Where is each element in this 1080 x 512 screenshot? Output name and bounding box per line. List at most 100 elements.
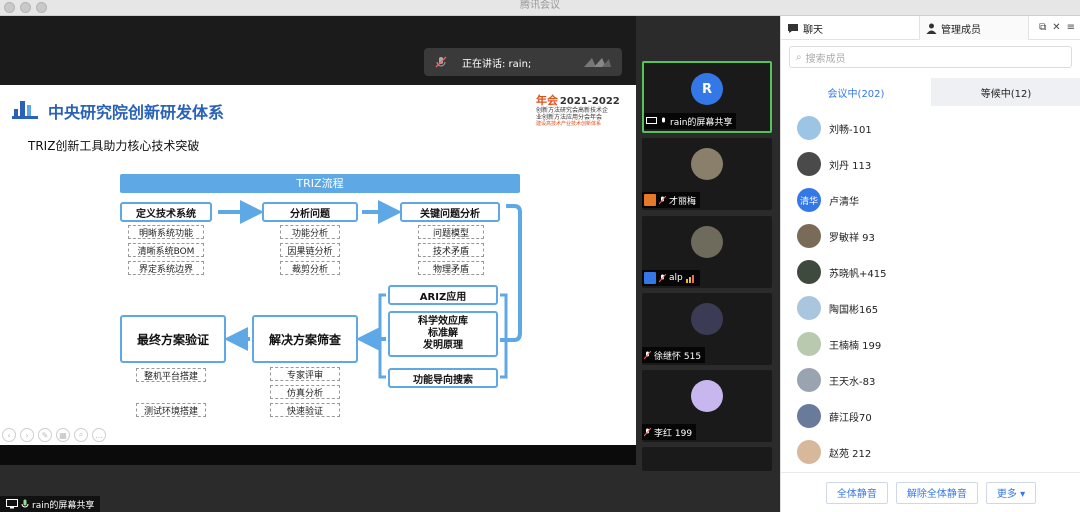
screen-item: 快速验证 [270,403,340,417]
member-row[interactable]: 苏晓帆+415 [781,254,1080,290]
avatar [797,332,821,356]
member-search-input[interactable]: ⌕ 搜索成员 [789,46,1072,68]
window-title: 腾讯会议 [520,0,560,11]
step-final-verification: 最终方案验证 [120,315,226,363]
member-name: 赵苑 212 [829,448,872,460]
avatar [797,116,821,140]
slide-controls: ‹ › ✎ ▦ ⌕ … [0,428,106,444]
define-item: 明晰系统功能 [128,225,204,239]
member-name: 薛江段70 [829,412,872,424]
video-tile[interactable]: 才丽梅 [642,138,772,210]
more-icon[interactable]: … [92,428,106,442]
screen-item: 专家评审 [270,367,340,381]
slide-bottom-bar [0,445,636,465]
tab-chat[interactable]: 聊天 [781,16,919,40]
step-function-search: 功能导向搜索 [388,368,498,388]
chat-icon [788,23,798,33]
close-icon[interactable]: ✕ [1052,22,1060,33]
member-row[interactable]: 刘畅-101 [781,110,1080,146]
step-key-problem: 关键问题分析 [400,202,500,222]
member-name: 卢清华 [829,196,859,208]
menu-icon[interactable]: ≡ [1067,22,1075,33]
tile-label: 才丽梅 [642,192,701,208]
analyze-item: 功能分析 [280,225,340,239]
next-slide-icon[interactable]: › [20,428,34,442]
member-row[interactable]: 陶国彬165 [781,290,1080,326]
tile-name: 才丽梅 [669,196,697,207]
step-define-system: 定义技术系统 [120,202,212,222]
video-tiles-column: R rain的屏幕共享 才丽梅 alp 徐继怀 515 李红 199 [636,16,780,512]
avatar: 清华 [797,188,821,212]
popout-icon[interactable]: ⧉ [1039,22,1046,33]
avatar [797,260,821,284]
user-icon [644,194,656,206]
search-placeholder: 搜索成员 [805,53,846,65]
unmute-all-button[interactable]: 解除全体静音 [895,481,978,504]
video-tile[interactable]: alp [642,216,772,288]
brand-line1: 创新方法研究会高新技术企 [536,107,609,114]
avatar [797,152,821,176]
panel-controls: ⧉ ✕ ≡ [1039,16,1080,39]
tab-manage-members[interactable]: 管理成员 [919,16,1029,40]
slides-grid-icon[interactable]: ▦ [56,428,70,442]
more-button[interactable]: 更多 ▾ [985,481,1037,504]
window-titlebar: 腾讯会议 [0,0,1080,16]
pen-icon[interactable]: ✎ [38,428,52,442]
tile-name: 李红 199 [654,428,693,439]
tab-in-meeting[interactable]: 会议中(202) [781,78,931,106]
member-row[interactable]: 赵苑 212 [781,434,1080,470]
speaking-indicator: 正在讲话: rain; [424,48,622,76]
tab-members-label: 管理成员 [941,24,981,36]
screen-share-icon [6,499,18,509]
member-name: 陶国彬165 [829,304,879,316]
video-tile[interactable] [642,447,772,471]
avatar [797,404,821,428]
slide-title: 中央研究院创新研发体系 [48,103,225,122]
screen-share-label: rain的屏幕共享 [32,500,95,511]
mute-all-button[interactable]: 全体静音 [825,481,888,504]
avatar: R [691,73,723,105]
mic-muted-icon [659,195,666,204]
video-tile[interactable]: 李红 199 [642,370,772,442]
member-row[interactable]: 罗敏祥 93 [781,218,1080,254]
member-row[interactable]: 刘丹 113 [781,146,1080,182]
stage-top-area: 正在讲话: rain; [0,16,636,85]
step-ariz: ARIZ应用 [388,285,498,305]
tile-name: alp [669,273,683,283]
tab-chat-label: 聊天 [803,24,823,36]
panel-tabs: 聊天 管理成员 ⧉ ✕ ≡ [781,16,1080,40]
final-item: 测试环境搭建 [136,403,206,417]
signal-bars-icon [685,274,694,283]
member-name: 刘畅-101 [829,124,872,136]
mic-muted-icon [644,350,651,359]
avatar [691,148,723,180]
avatar [691,380,723,412]
tab-waiting[interactable]: 等候中(12) [931,78,1080,106]
member-row[interactable]: 清华 卢清华 [781,182,1080,218]
brand-year-label: 年会 [536,94,558,107]
tile-label: 徐继怀 515 [642,347,706,363]
member-row[interactable]: 王楠楠 199 [781,326,1080,362]
avatar [691,226,723,258]
step-science-library: 科学效应库 标准解 发明原理 [388,311,498,357]
user-icon [644,272,656,284]
zoom-icon[interactable]: ⌕ [74,428,88,442]
prev-slide-icon[interactable]: ‹ [2,428,16,442]
avatar [797,368,821,392]
screen-item: 仿真分析 [270,385,340,399]
member-row[interactable]: 王天水-83 [781,362,1080,398]
member-list: 刘畅-101 刘丹 113 清华 卢清华 罗敏祥 93 苏晓帆+415 陶国彬16… [781,110,1080,470]
avatar [797,440,821,464]
video-tile[interactable]: R rain的屏幕共享 [642,61,772,133]
analyze-item: 裁剪分析 [280,261,340,275]
step-analyze-problem: 分析问题 [262,202,358,222]
panel-footer: 全体静音 解除全体静音 更多 ▾ [781,472,1080,512]
members-panel: 聊天 管理成员 ⧉ ✕ ≡ ⌕ 搜索成员 会议中(202) 等候中(12) 刘畅… [780,16,1080,512]
video-tile[interactable]: 徐继怀 515 [642,293,772,365]
tile-label: 李红 199 [642,424,697,440]
define-item: 界定系统边界 [128,261,204,275]
member-row[interactable]: 薛江段70 [781,398,1080,434]
avatar [691,303,723,335]
slide-subtitle: TRIZ创新工具助力核心技术突破 [28,139,200,153]
tile-name: rain的屏幕共享 [670,117,733,128]
